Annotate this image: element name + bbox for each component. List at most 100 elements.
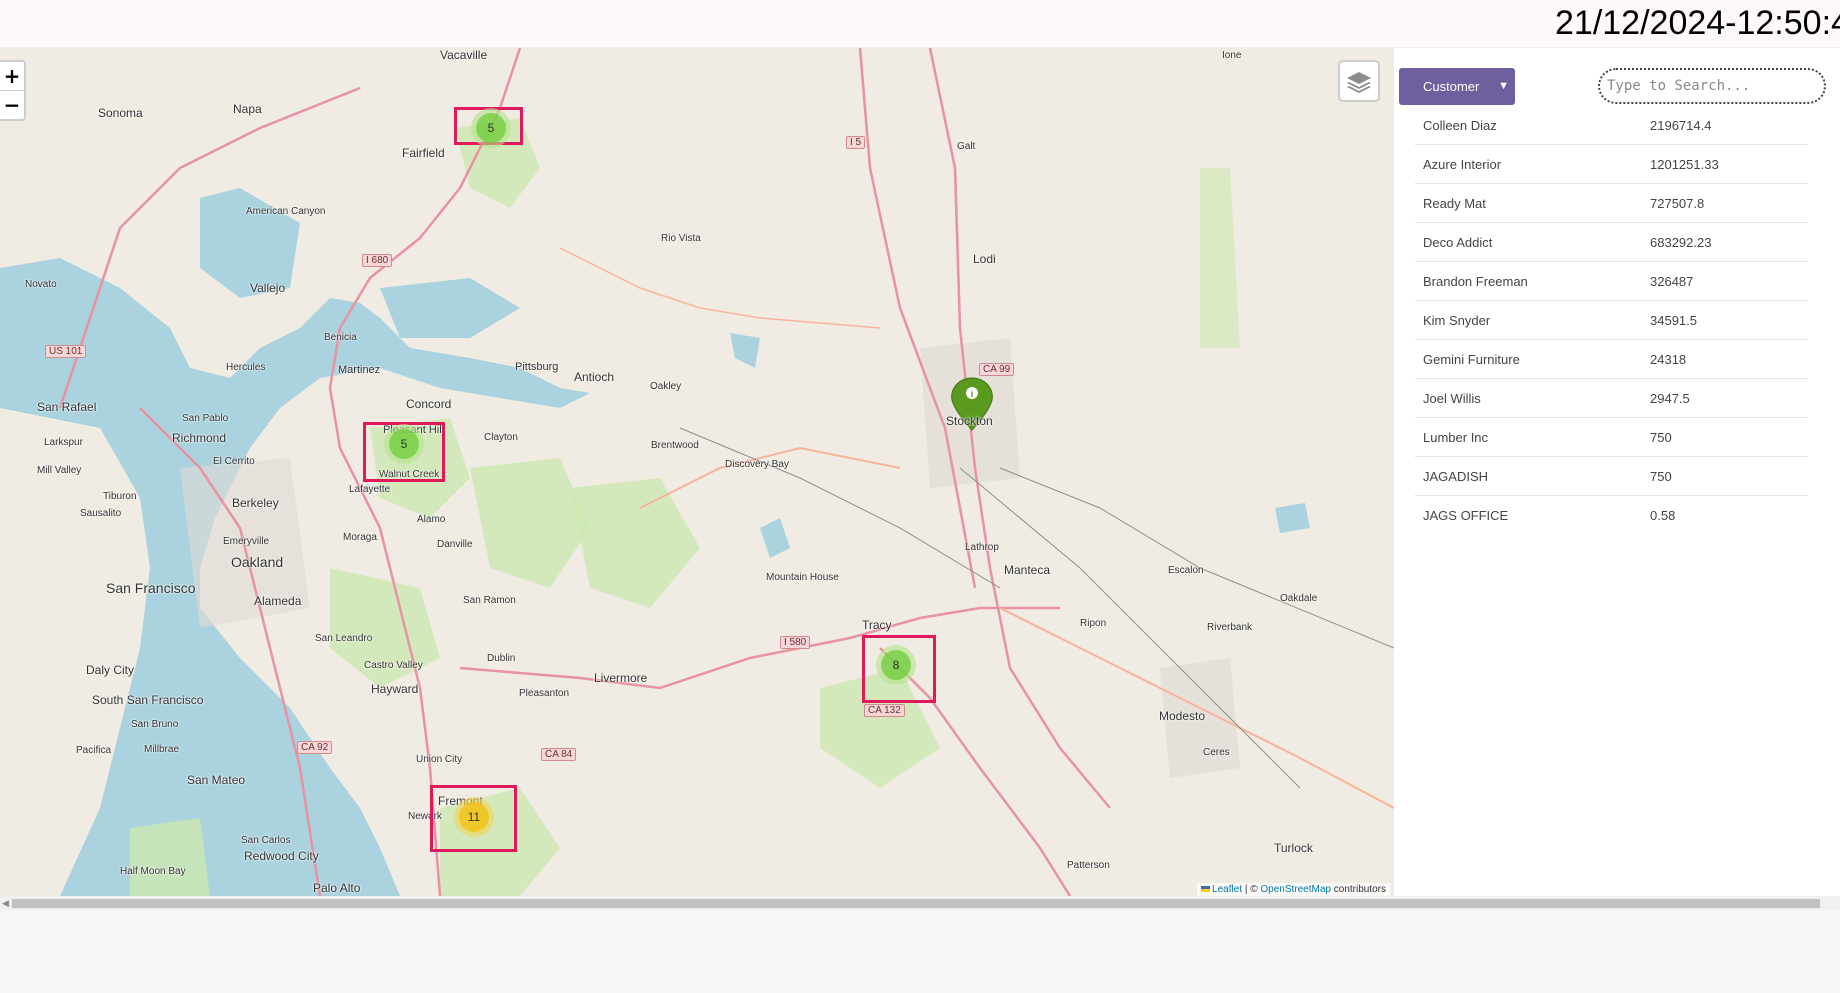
place-label: Ripon	[1080, 618, 1107, 629]
place-label: Livermore	[594, 671, 648, 685]
marker-cluster[interactable]: 11	[454, 797, 494, 837]
place-label: San Bruno	[131, 719, 179, 730]
customer-value: 34591.5	[1642, 300, 1808, 340]
layers-button[interactable]	[1338, 60, 1380, 102]
table-row[interactable]: Joel Willis 2947.5	[1415, 378, 1808, 418]
place-label: Lodi	[973, 252, 996, 266]
place-label: Ione	[1222, 50, 1242, 61]
horizontal-scrollbar[interactable]: ◀	[0, 896, 1840, 910]
place-label: Redwood City	[244, 849, 319, 863]
place-label: Rio Vista	[661, 233, 701, 244]
place-label: Stockton	[946, 414, 993, 428]
table-row[interactable]: JAGADISH 750	[1415, 456, 1808, 496]
place-label: Daly City	[86, 663, 135, 677]
place-label: Richmond	[172, 431, 227, 445]
place-label: Danville	[437, 539, 473, 550]
map-container[interactable]: i Vacaville Sonoma Napa Fairfield Vallej…	[0, 48, 1394, 896]
place-label: Oakland	[231, 554, 284, 570]
table-row[interactable]: Azure Interior 1201251.33	[1415, 144, 1808, 184]
place-label: Clayton	[484, 432, 518, 443]
customer-name: Joel Willis	[1415, 378, 1642, 418]
search-input[interactable]: Type to Search...	[1598, 68, 1826, 104]
place-label: Patterson	[1067, 860, 1110, 871]
zoom-out-button[interactable]: −	[0, 90, 24, 119]
road-shield: CA 92	[297, 741, 333, 754]
zoom-in-button[interactable]: +	[0, 62, 24, 90]
road-shield: I 680	[362, 254, 393, 267]
customer-value: 727507.8	[1642, 183, 1808, 223]
road-shield: I 580	[780, 636, 811, 649]
osm-link[interactable]: OpenStreetMap	[1260, 884, 1331, 895]
place-label: Larkspur	[44, 437, 83, 448]
svg-text:i: i	[971, 389, 974, 399]
road-shield: US 101	[45, 345, 87, 358]
place-label: American Canyon	[246, 206, 326, 217]
place-label: Vacaville	[440, 48, 488, 62]
place-label: South San Francisco	[92, 693, 204, 707]
leaflet-link[interactable]: Leaflet	[1212, 884, 1242, 895]
customer-name: Brandon Freeman	[1415, 261, 1642, 301]
place-label: Pacifica	[76, 745, 112, 756]
place-label: Vallejo	[250, 281, 286, 295]
place-label: San Carlos	[241, 835, 291, 846]
customer-name: Kim Snyder	[1415, 300, 1642, 340]
place-label: Lafayette	[349, 484, 391, 495]
category-select[interactable]: Customer ▼	[1399, 68, 1515, 105]
place-label: Brentwood	[651, 440, 699, 451]
customer-value: 326487	[1642, 261, 1808, 301]
place-label: Oakley	[650, 381, 682, 392]
place-label: Riverbank	[1207, 622, 1253, 633]
place-label: Palo Alto	[313, 881, 361, 895]
road-shield: I 5	[846, 136, 866, 149]
place-label: Turlock	[1274, 841, 1313, 855]
table-row[interactable]: Brandon Freeman 326487	[1415, 261, 1808, 301]
map-tiles: i	[0, 48, 1394, 896]
table-row[interactable]: Ready Mat 727507.8	[1415, 183, 1808, 223]
marker-cluster[interactable]: 5	[384, 424, 424, 464]
customer-value: 2196714.4	[1642, 106, 1808, 145]
place-label: Tiburon	[103, 491, 137, 502]
place-label: Pleasanton	[519, 688, 570, 699]
place-label: Manteca	[1004, 563, 1051, 577]
place-label: Union City	[416, 754, 463, 765]
place-label: San Mateo	[187, 773, 246, 787]
place-label: San Leandro	[315, 633, 373, 644]
place-label: Sonoma	[98, 106, 143, 120]
zoom-control: + −	[0, 60, 26, 121]
customer-value: 683292.23	[1642, 222, 1808, 262]
table-row[interactable]: Colleen Diaz 2196714.4	[1415, 106, 1808, 145]
customer-name: Colleen Diaz	[1415, 106, 1642, 145]
place-label: Pittsburg	[515, 361, 559, 373]
place-label: Discovery Bay	[725, 459, 789, 470]
scroll-left-icon[interactable]: ◀	[2, 896, 9, 910]
place-label: Sausalito	[80, 508, 122, 519]
place-label: Modesto	[1159, 709, 1206, 723]
marker-cluster[interactable]: 8	[876, 645, 916, 685]
place-label: Benicia	[324, 332, 357, 343]
customer-table: Colleen Diaz 2196714.4 Azure Interior 1201…	[1415, 106, 1808, 534]
place-label: Martinez	[338, 364, 381, 376]
table-row[interactable]: Kim Snyder 34591.5	[1415, 300, 1808, 340]
scrollbar-thumb[interactable]	[12, 899, 1820, 908]
road-shield: CA 84	[541, 748, 577, 761]
vertical-scrollbar[interactable]	[1830, 48, 1840, 896]
place-label: Napa	[233, 102, 262, 116]
customer-value: 750	[1642, 417, 1808, 457]
place-label: Alameda	[254, 594, 302, 608]
table-row[interactable]: Gemini Furniture 24318	[1415, 339, 1808, 379]
table-row[interactable]: Deco Addict 683292.23	[1415, 222, 1808, 262]
place-label: Castro Valley	[364, 660, 423, 671]
marker-cluster[interactable]: 5	[471, 108, 511, 148]
leaflet-flag-icon	[1201, 886, 1211, 892]
table-row[interactable]: JAGS OFFICE 0.58	[1415, 496, 1808, 535]
place-label: Concord	[406, 397, 452, 411]
place-label: El Cerrito	[213, 456, 255, 467]
table-row[interactable]: Lumber Inc 750	[1415, 417, 1808, 457]
place-label: Alamo	[417, 514, 446, 525]
customer-name: Azure Interior	[1415, 144, 1642, 184]
customer-name: Gemini Furniture	[1415, 339, 1642, 379]
place-label: Mill Valley	[37, 465, 82, 476]
chevron-down-icon: ▼	[1498, 80, 1509, 92]
road-shield: CA 99	[979, 363, 1015, 376]
map-attribution: Leaflet | © OpenStreetMap contributors	[1197, 883, 1390, 896]
